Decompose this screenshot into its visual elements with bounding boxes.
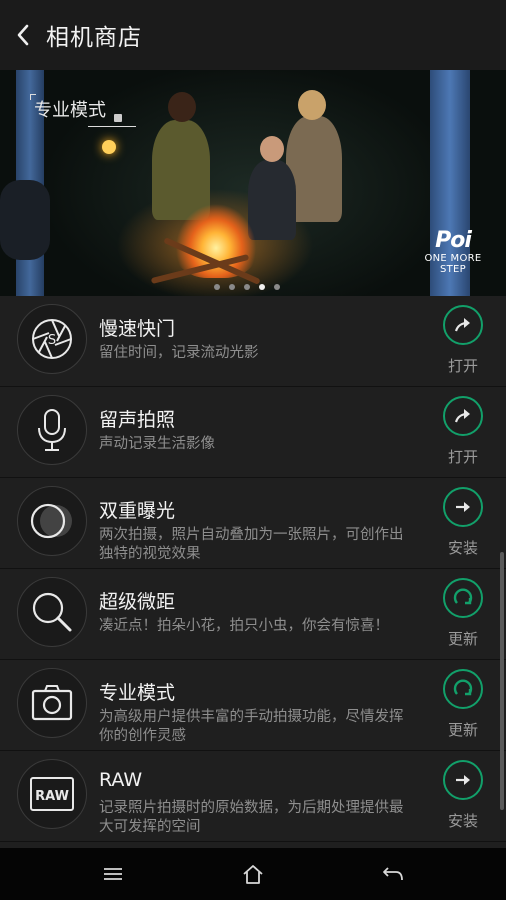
scrollbar[interactable]	[500, 552, 504, 810]
mode-icon-circle	[17, 668, 87, 738]
double-circle-icon	[30, 503, 72, 539]
action-label: 更新	[447, 721, 478, 739]
carousel-dot	[229, 284, 235, 290]
mode-name: 专业模式	[99, 682, 176, 704]
back-button[interactable]	[0, 0, 46, 70]
mode-name: RAW	[99, 769, 143, 791]
mode-list[interactable]: S 慢速快门 留住时间，记录流动光影 打开 留声拍照 声动记录生活影像 打开 双…	[0, 296, 506, 848]
list-item-super-macro[interactable]: 超级微距 凑近点！拍朵小花，拍只小虫，你会有惊喜！ 更新	[0, 569, 506, 660]
chevron-left-icon	[17, 24, 29, 46]
back-arrow-icon	[383, 867, 403, 881]
banner-lamp	[102, 140, 116, 154]
svg-text:RAW: RAW	[35, 789, 69, 804]
camera-icon	[31, 685, 73, 721]
mode-icon-circle: S	[17, 304, 87, 374]
magnifier-icon	[32, 592, 72, 632]
open-arrow-icon	[443, 305, 483, 345]
carousel-dot	[214, 284, 220, 290]
banner-tag-underline	[88, 126, 136, 127]
home-icon	[243, 865, 263, 884]
mode-icon-circle: RAW	[17, 759, 87, 829]
mode-icon-circle	[17, 395, 87, 465]
mode-name: 留声拍照	[99, 409, 176, 431]
action-label: 打开	[447, 357, 478, 375]
banner-tag-text: 专业模式	[34, 100, 106, 121]
mode-description: 凑近点！拍朵小花，拍只小虫，你会有惊喜！	[99, 618, 389, 634]
update-refresh-icon	[443, 669, 483, 709]
action-label: 打开	[447, 448, 478, 466]
mode-icon-circle	[17, 486, 87, 556]
menu-icon	[104, 868, 122, 880]
banner-tag-square	[114, 114, 122, 122]
system-back-button[interactable]	[378, 860, 408, 888]
carousel-dot	[274, 284, 280, 290]
carousel-indicator	[214, 284, 280, 290]
banner-shadow-figure	[0, 180, 50, 260]
install-button[interactable]: 安装	[438, 760, 490, 838]
open-arrow-icon	[443, 396, 483, 436]
app-header: 相机商店	[0, 0, 506, 70]
list-item-slow-shutter[interactable]: S 慢速快门 留住时间，记录流动光影 打开	[0, 296, 506, 387]
banner-person-1-head	[168, 92, 196, 122]
carousel-dot-active	[259, 284, 265, 290]
promo-banner[interactable]: 专业模式 Poi ONE MORE STEP	[0, 70, 506, 296]
page-title: 相机商店	[46, 25, 142, 51]
mode-icon-circle	[17, 577, 87, 647]
install-arrow-icon	[443, 487, 483, 527]
mode-name: 超级微距	[99, 591, 176, 613]
action-label: 安装	[447, 812, 478, 830]
banner-tag-corner	[30, 94, 36, 100]
brand-logo: Poi ONE MORE STEP	[412, 228, 494, 276]
action-label: 安装	[447, 539, 478, 557]
action-label: 更新	[447, 630, 478, 648]
list-item-double-exposure[interactable]: 双重曝光 两次拍摄，照片自动叠加为一张照片，可创作出独特的视觉效果 安装	[0, 478, 506, 569]
banner-person-2-head	[298, 90, 326, 120]
home-button[interactable]	[238, 860, 268, 888]
brand-logo-text: ONE MORE STEP	[424, 253, 482, 275]
open-button[interactable]: 打开	[438, 305, 490, 383]
install-arrow-icon	[443, 760, 483, 800]
update-button[interactable]: 更新	[438, 669, 490, 747]
mode-description: 声动记录生活影像	[99, 436, 215, 452]
carousel-dot	[244, 284, 250, 290]
update-button[interactable]: 更新	[438, 578, 490, 656]
mode-description: 为高级用户提供丰富的手动拍摄功能，尽情发挥你的创作灵感	[99, 709, 404, 744]
mode-description: 留住时间，记录流动光影	[99, 345, 259, 361]
mode-description: 记录照片拍摄时的原始数据，为后期处理提供最大可发挥的空间	[99, 800, 404, 835]
list-item-raw[interactable]: RAW RAW 记录照片拍摄时的原始数据，为后期处理提供最大可发挥的空间 安装	[0, 751, 506, 842]
brand-logo-mark: Poi	[435, 228, 472, 253]
banner-person-3-head	[260, 136, 284, 162]
microphone-icon	[38, 409, 66, 451]
menu-button[interactable]	[98, 860, 128, 888]
shutter-aperture-icon: S	[32, 319, 72, 359]
open-button[interactable]: 打开	[438, 396, 490, 474]
svg-text:S: S	[48, 333, 56, 348]
raw-badge-icon: RAW	[30, 777, 74, 811]
mode-description: 两次拍摄，照片自动叠加为一张照片，可创作出独特的视觉效果	[99, 527, 404, 562]
system-navbar	[0, 848, 506, 900]
list-item-pro-mode[interactable]: 专业模式 为高级用户提供丰富的手动拍摄功能，尽情发挥你的创作灵感 更新	[0, 660, 506, 751]
list-item-voice-photo[interactable]: 留声拍照 声动记录生活影像 打开	[0, 387, 506, 478]
install-button[interactable]: 安装	[438, 487, 490, 565]
banner-tag: 专业模式	[30, 94, 136, 127]
mode-name: 双重曝光	[99, 500, 176, 522]
mode-name: 慢速快门	[99, 318, 176, 340]
update-refresh-icon	[443, 578, 483, 618]
